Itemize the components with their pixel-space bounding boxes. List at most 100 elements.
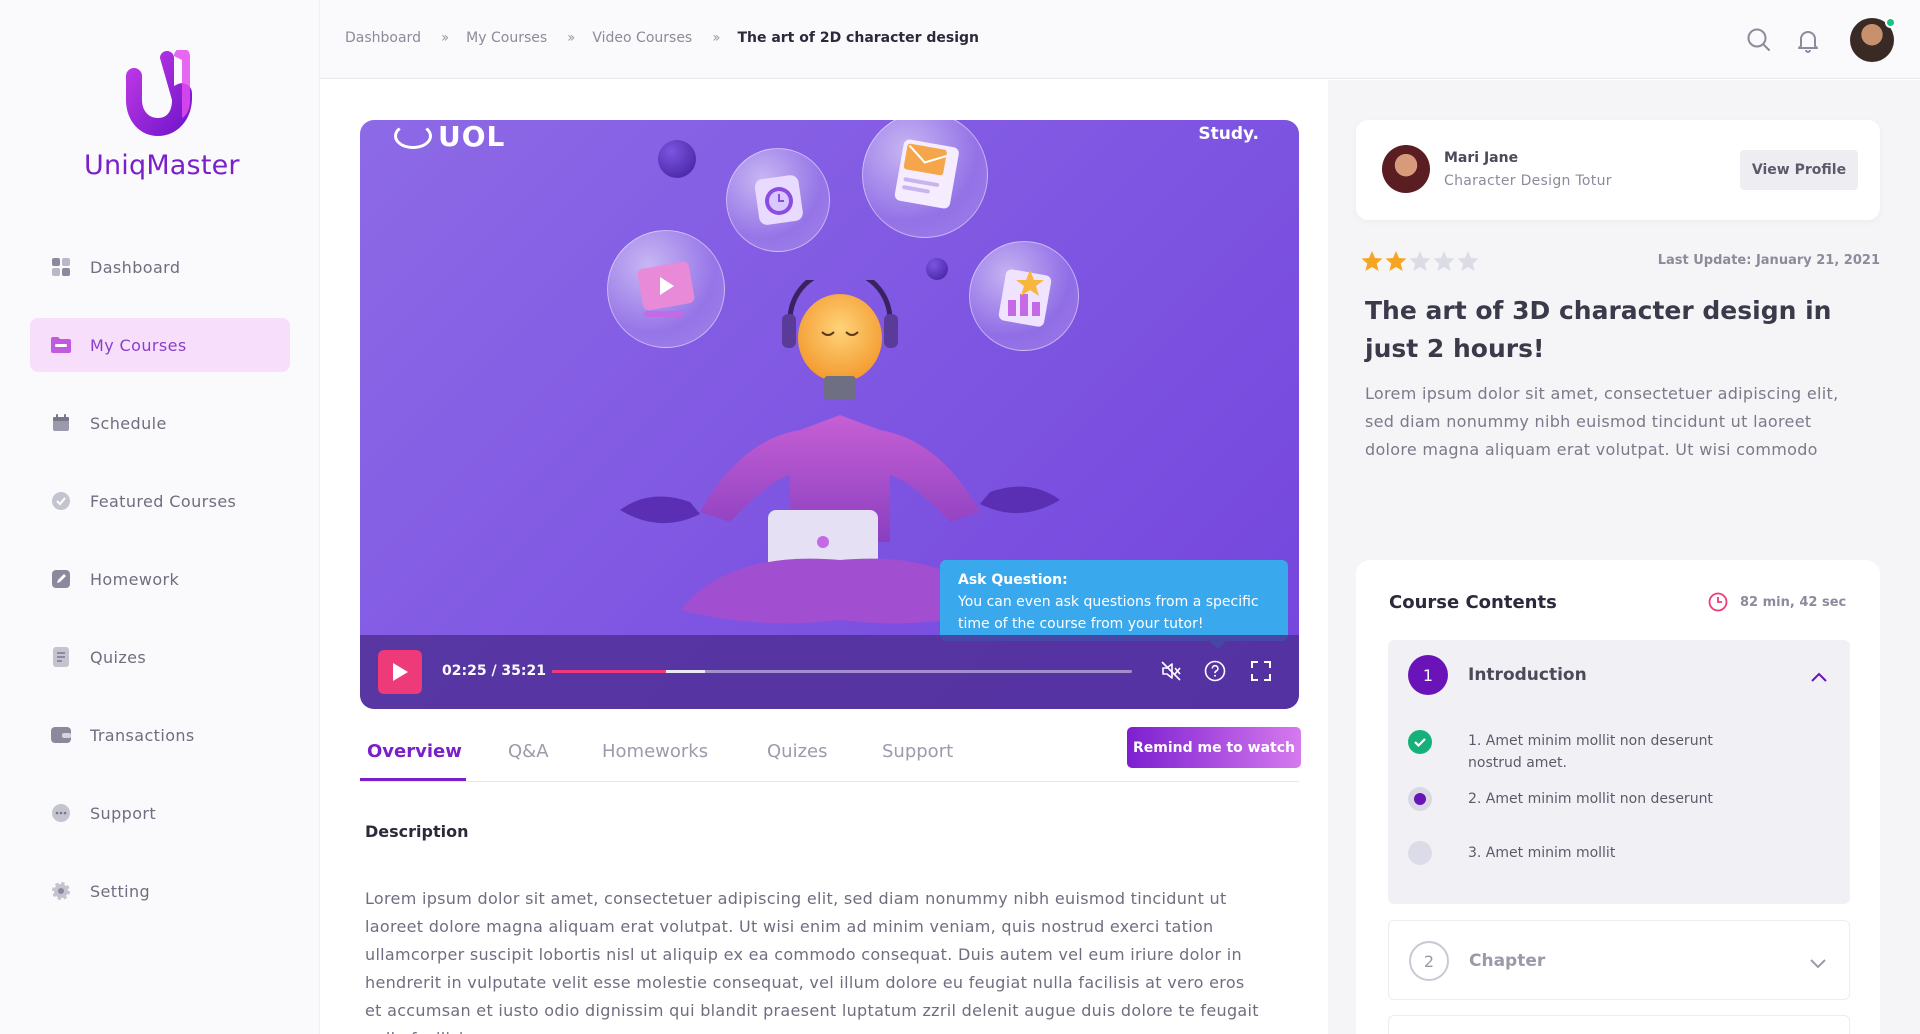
sidebar-item-schedule[interactable]: Schedule xyxy=(30,396,290,450)
clock-bubble-icon xyxy=(726,148,830,252)
view-profile-button[interactable]: View Profile xyxy=(1740,150,1858,190)
tab-quizes[interactable]: Quizes xyxy=(767,741,827,762)
course-contents-heading: Course Contents xyxy=(1389,592,1557,613)
wallet-icon xyxy=(50,724,72,746)
lesson-item[interactable]: 1. Amet minim mollit non deserunt nostru… xyxy=(1468,730,1768,774)
sidebar-item-label: Transactions xyxy=(90,725,195,745)
active-tab-indicator xyxy=(360,778,466,781)
sidebar-item-support[interactable]: Support xyxy=(30,786,290,840)
sidebar-item-label: My Courses xyxy=(90,335,187,355)
course-title: The art of 3D character design in just 2… xyxy=(1365,296,1832,363)
sidebar-item-setting[interactable]: Setting xyxy=(30,864,290,918)
sidebar-item-label: Dashboard xyxy=(90,257,181,277)
brand-ring-icon xyxy=(394,123,432,149)
section-introduction[interactable]: 1 Introduction 1. Amet minim mollit non … xyxy=(1388,640,1850,904)
course-rating xyxy=(1360,250,1480,272)
description-heading: Description xyxy=(365,822,469,841)
video-brand-logo: UOL xyxy=(394,120,505,153)
section-number: 2 xyxy=(1409,941,1449,981)
star-empty-icon xyxy=(1409,251,1431,271)
mute-icon[interactable] xyxy=(1160,660,1182,682)
video-corner-text: Study. xyxy=(1198,124,1259,144)
lesson-item[interactable]: 2. Amet minim mollit non deserunt xyxy=(1468,788,1768,810)
sidebar-item-dashboard[interactable]: Dashboard xyxy=(30,240,290,294)
tooltip-text: You can even ask questions from a specif… xyxy=(958,594,1259,632)
help-icon[interactable] xyxy=(1204,660,1226,682)
grid-icon xyxy=(50,256,72,278)
check-circle-icon xyxy=(1408,730,1432,754)
clock-icon xyxy=(1708,592,1728,612)
course-duration: 82 min, 42 sec xyxy=(1708,592,1846,612)
section-title: Chapter xyxy=(1469,951,1546,971)
progress-buffered xyxy=(665,670,706,673)
tab-support[interactable]: Support xyxy=(882,741,953,762)
tutor-name: Mari Jane xyxy=(1444,150,1519,166)
tab-homeworks[interactable]: Homeworks xyxy=(602,741,708,762)
tutor-avatar xyxy=(1382,145,1430,193)
sphere-decoration xyxy=(658,140,696,178)
sidebar-nav: Dashboard My Courses Schedule Featured C… xyxy=(30,240,290,942)
bell-icon[interactable] xyxy=(1795,27,1821,53)
search-icon[interactable] xyxy=(1746,27,1772,53)
breadcrumb: Dashboard ›› My Courses ›› Video Courses… xyxy=(345,30,979,46)
tutor-role: Character Design Totur xyxy=(1444,173,1612,189)
chevron-down-icon[interactable] xyxy=(1809,954,1827,969)
section-number: 1 xyxy=(1408,655,1448,695)
sidebar-item-label: Featured Courses xyxy=(90,491,237,511)
sidebar-item-label: Homework xyxy=(90,569,180,589)
video-controls-bar: 02:25 / 35:21 xyxy=(360,635,1299,709)
online-status-dot xyxy=(1885,17,1896,28)
app-logo[interactable]: UniqMaster xyxy=(84,50,240,181)
folder-icon xyxy=(50,334,72,356)
ask-question-tooltip: Ask Question: You can even ask questions… xyxy=(940,560,1288,649)
sidebar-item-quizes[interactable]: Quizes xyxy=(30,630,290,684)
sidebar-item-transactions[interactable]: Transactions xyxy=(30,708,290,762)
star-filled-icon xyxy=(1361,251,1383,271)
edit-icon xyxy=(50,568,72,590)
gear-icon xyxy=(50,880,72,902)
document-icon xyxy=(50,646,72,668)
sidebar-item-label: Schedule xyxy=(90,413,167,433)
double-chevron-icon: ›› xyxy=(712,30,720,46)
double-chevron-icon: ›› xyxy=(440,30,449,46)
sidebar-item-label: Setting xyxy=(90,881,151,901)
sidebar-item-label: Quizes xyxy=(90,647,147,667)
breadcrumb-current: The art of 2D character design xyxy=(737,30,980,46)
breadcrumb-item[interactable]: Video Courses xyxy=(592,30,692,46)
sidebar-item-label: Support xyxy=(90,803,157,823)
app-name: UniqMaster xyxy=(84,150,240,181)
tab-overview[interactable]: Overview xyxy=(367,741,462,762)
chevron-up-icon[interactable] xyxy=(1810,668,1828,682)
play-icon xyxy=(393,663,408,681)
fullscreen-icon[interactable] xyxy=(1250,660,1272,682)
tab-qa[interactable]: Q&A xyxy=(508,741,549,762)
section-next[interactable] xyxy=(1388,1015,1850,1034)
pending-lesson-icon xyxy=(1408,841,1432,865)
tooltip-title: Ask Question: xyxy=(958,572,1068,588)
description-text: Lorem ipsum dolor sit amet, consectetuer… xyxy=(365,889,1259,1034)
progress-played xyxy=(552,670,666,673)
mail-bubble-icon xyxy=(862,120,988,238)
star-empty-icon xyxy=(1457,251,1479,271)
video-time: 02:25 / 35:21 xyxy=(442,663,546,679)
chat-icon xyxy=(50,802,72,824)
section-chapter[interactable]: 2 Chapter xyxy=(1388,920,1850,1000)
sidebar-item-my-courses[interactable]: My Courses xyxy=(30,318,290,372)
breadcrumb-item[interactable]: My Courses xyxy=(466,30,547,46)
video-player[interactable]: UOL Study. Ask Question: You can even as… xyxy=(360,120,1299,709)
star-empty-icon xyxy=(1433,251,1455,271)
last-update: Last Update: January 21, 2021 xyxy=(1657,253,1880,268)
video-progress-bar[interactable] xyxy=(552,670,1132,673)
badge-icon xyxy=(50,490,72,512)
play-button[interactable] xyxy=(378,650,422,694)
sidebar-item-homework[interactable]: Homework xyxy=(30,552,290,606)
double-chevron-icon: ›› xyxy=(567,30,575,46)
remind-me-button[interactable]: Remind me to watch xyxy=(1127,727,1301,768)
tutor-card: Mari Jane Character Design Totur View Pr… xyxy=(1356,120,1880,220)
top-header: Dashboard ›› My Courses ›› Video Courses… xyxy=(320,0,1920,79)
course-description: Lorem ipsum dolor sit amet, consectetuer… xyxy=(1365,384,1839,459)
lesson-item[interactable]: 3. Amet minim mollit xyxy=(1468,842,1768,864)
sidebar-item-featured-courses[interactable]: Featured Courses xyxy=(30,474,290,528)
breadcrumb-item[interactable]: Dashboard xyxy=(345,30,421,46)
course-contents-card: Course Contents 82 min, 42 sec 1 Introdu… xyxy=(1356,560,1880,1034)
